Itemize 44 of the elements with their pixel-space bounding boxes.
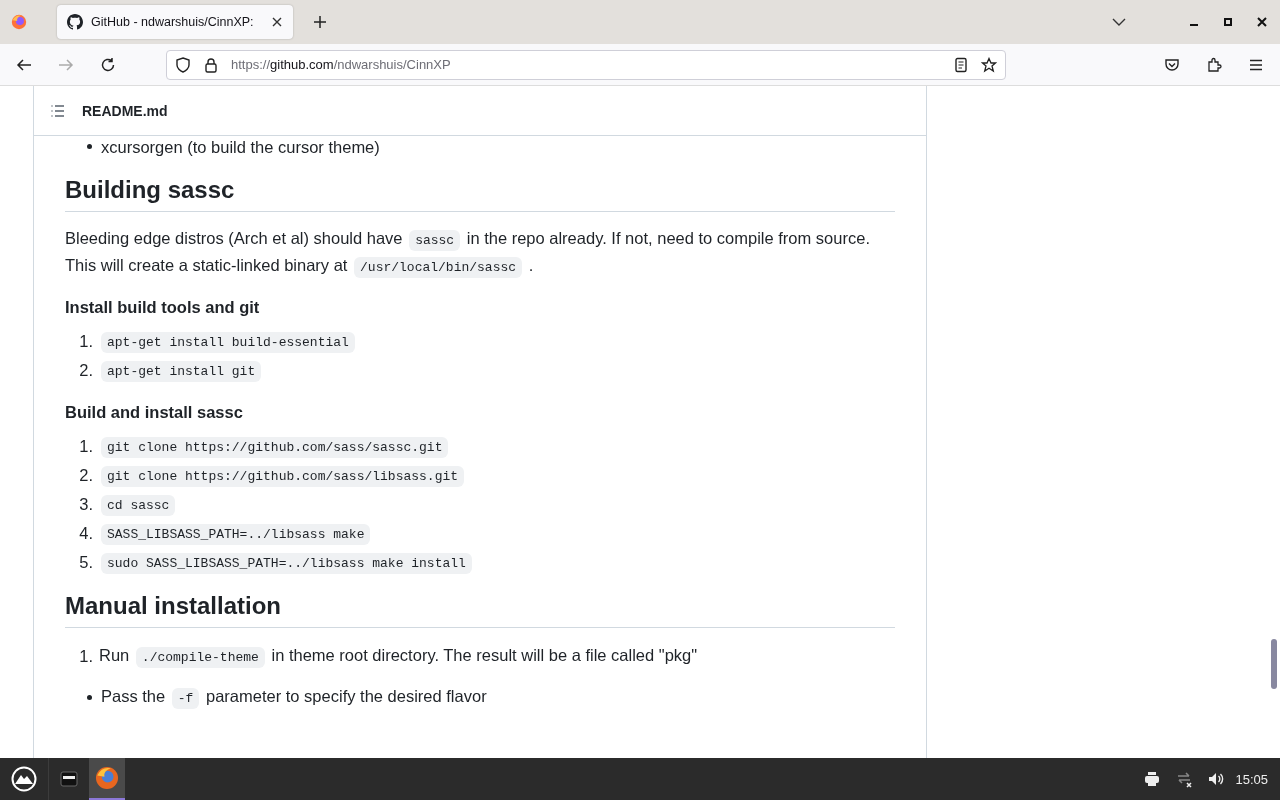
bullet-icon xyxy=(87,695,92,700)
outline-list-icon[interactable] xyxy=(50,102,66,119)
clock[interactable]: 15:05 xyxy=(1235,771,1268,787)
bullet-icon xyxy=(87,144,92,149)
list-item-text: Run ./compile-theme in theme root directory. The result will be a file called "pkg" xyxy=(99,643,698,670)
terminal-icon xyxy=(59,769,79,789)
bookmark-star-icon[interactable] xyxy=(981,56,997,73)
list-number: 2. xyxy=(78,361,94,380)
list-number: 2. xyxy=(78,466,94,485)
scrollbar-thumb[interactable] xyxy=(1271,639,1277,689)
maximize-icon[interactable] xyxy=(1222,16,1234,28)
puzzle-piece-icon[interactable] xyxy=(1206,56,1222,73)
list-item-text: Pass the -f parameter to specify the desired flavor xyxy=(101,684,487,711)
paragraph: Bleeding edge distros (Arch et al) should have sassc in the repo already. If not, need to compile from source. This will create a static-linked binary at /usr/local/bin/sassc . xyxy=(65,226,895,280)
firefox-logo-icon[interactable] xyxy=(10,13,28,31)
github-logo-icon xyxy=(67,14,83,30)
back-arrow-icon[interactable] xyxy=(16,56,32,73)
browser-tab[interactable]: GitHub - ndwarshuis/CinnXP: xyxy=(57,5,293,39)
close-icon[interactable] xyxy=(271,16,283,28)
lock-icon[interactable] xyxy=(203,56,219,73)
printer-icon[interactable] xyxy=(1143,770,1162,788)
network-disconnected-icon[interactable] xyxy=(1175,770,1194,788)
list-number: 1. xyxy=(78,332,94,351)
subsection-heading: Install build tools and git xyxy=(65,298,261,317)
address-bar[interactable]: https://github.com/ndwarshuis/CinnXP xyxy=(166,49,1006,80)
firefox-logo-icon xyxy=(94,765,120,791)
list-number: 1. xyxy=(78,647,94,666)
list-number: 3. xyxy=(78,495,94,514)
reload-icon[interactable] xyxy=(100,56,116,73)
reader-view-icon[interactable] xyxy=(953,56,969,73)
list-number: 4. xyxy=(78,524,94,543)
shield-icon[interactable] xyxy=(175,56,191,73)
close-icon[interactable] xyxy=(1256,16,1268,28)
pocket-icon[interactable] xyxy=(1164,56,1180,73)
list-number: 1. xyxy=(78,437,94,456)
subsection-heading: Build and install sassc xyxy=(65,403,244,422)
mountain-logo-icon xyxy=(11,766,37,792)
list-item-text: xcursorgen (to build the cursor theme) xyxy=(101,136,380,158)
firefox-taskbar-button[interactable] xyxy=(89,758,125,800)
section-heading: Building sassc xyxy=(65,175,895,212)
section-heading: Manual installation xyxy=(65,591,895,628)
new-tab-icon[interactable] xyxy=(313,15,327,29)
list-number: 5. xyxy=(78,553,94,572)
file-name: README.md xyxy=(82,102,168,119)
